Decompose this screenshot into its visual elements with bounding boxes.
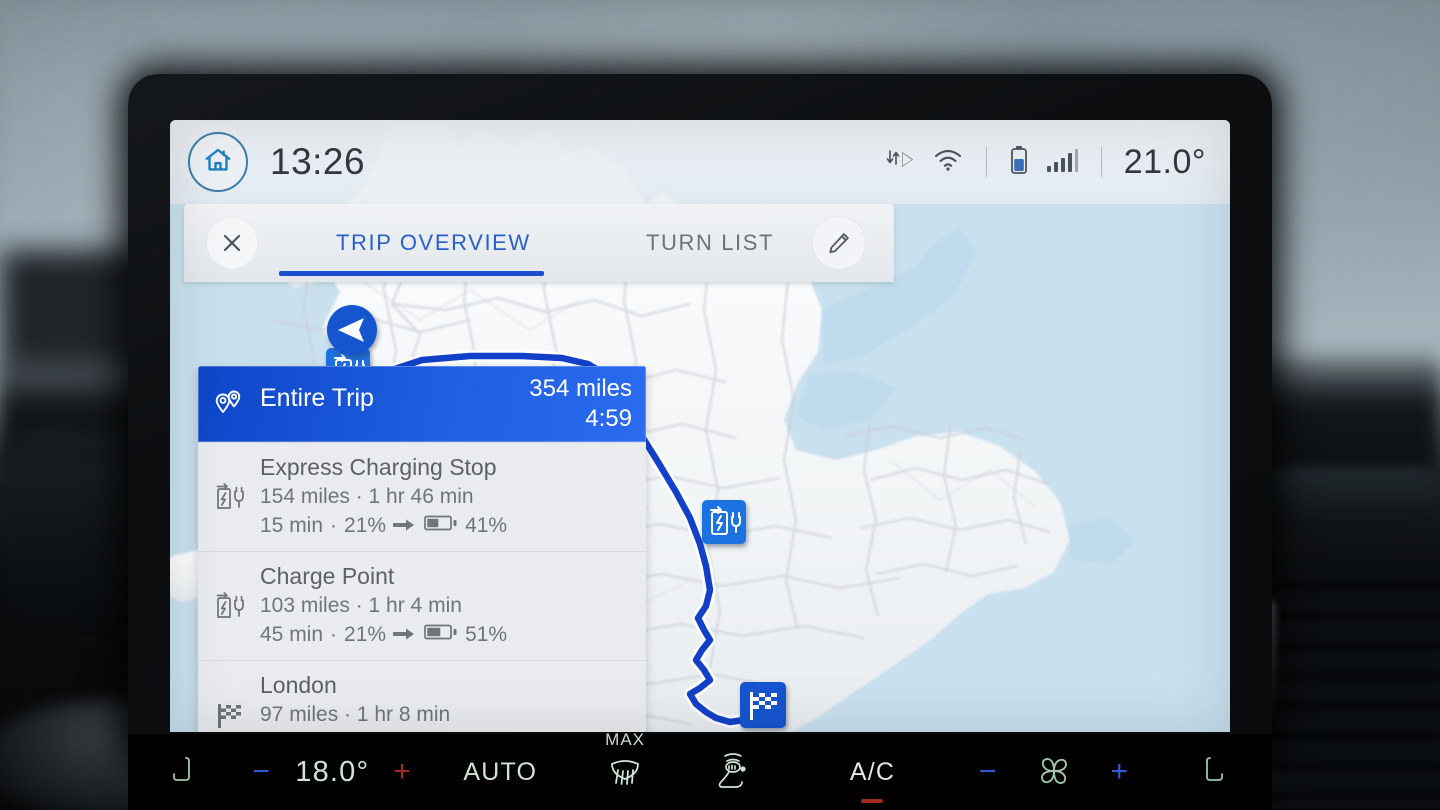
list-item-charge-summary: 45 min · 21% 51% [260, 620, 636, 649]
fan-icon [1041, 758, 1068, 784]
checkered-flag-icon [198, 661, 260, 732]
minus-icon: − [978, 755, 998, 788]
nav-data-transfer-icon [886, 147, 916, 178]
list-item-express-charging-stop[interactable]: Express Charging Stop 154 miles · 1 hr 4… [198, 442, 646, 551]
entire-trip-body: Entire Trip [260, 366, 529, 442]
fan-speed-button[interactable] [1022, 751, 1086, 793]
trip-pins-icon [198, 366, 260, 442]
trip-overview-panel: TRIP OVERVIEW TURN LIST Entire Trip 354 … [184, 204, 894, 732]
london-body: London 97 miles · 1 hr 8 min [260, 661, 646, 732]
ac-button[interactable]: A/C [791, 758, 954, 803]
trip-stop-list: Entire Trip 354 miles 4:59 Express Charg… [198, 366, 646, 732]
wifi-icon [932, 147, 964, 178]
status-bar: 13:26 21.0° [170, 120, 1230, 204]
list-item-charge-summary: 15 min · 21% 41% [260, 511, 636, 540]
map-marker-destination [740, 682, 786, 728]
charge-separator: · [330, 623, 338, 646]
status-icons: 21.0° [886, 143, 1230, 182]
driver-temperature-readout: 18.0° [295, 755, 370, 788]
soc-arrow-icon [393, 511, 417, 540]
tab-turn-list[interactable]: TURN LIST [646, 230, 774, 256]
auto-climate-button[interactable]: AUTO [423, 758, 577, 787]
list-item-london[interactable]: London 97 miles · 1 hr 8 min [198, 660, 646, 732]
driver-temp-up-button[interactable]: + [382, 755, 423, 789]
soc-start: 21% [344, 514, 387, 537]
soc-battery-icon [424, 620, 458, 649]
entire-trip-metrics: 354 miles 4:59 [529, 366, 646, 442]
express-charging-body: Express Charging Stop 154 miles · 1 hr 4… [260, 443, 646, 551]
battery-icon [1009, 144, 1029, 181]
plus-icon: + [393, 755, 413, 788]
max-label: MAX [605, 730, 645, 749]
list-item-leg: 154 miles · 1 hr 46 min [260, 485, 474, 508]
infotainment-screen: 13:26 21.0° TRIP OVERVIEW TURN LIST Enti… [170, 120, 1230, 732]
fan-down-button[interactable]: − [954, 755, 1022, 789]
rear-climate-button[interactable] [673, 750, 791, 794]
ev-charge-station-icon [198, 443, 260, 551]
panel-tab-bar: TRIP OVERVIEW TURN LIST [184, 204, 894, 282]
soc-end: 41% [465, 514, 508, 537]
driver-temp-down-button[interactable]: − [241, 755, 282, 789]
home-button[interactable] [188, 132, 248, 192]
soc-arrow-icon [393, 620, 417, 649]
trip-distance: 354 miles [529, 375, 632, 402]
charge-point-body: Charge Point 103 miles · 1 hr 4 min 45 m… [260, 552, 646, 660]
edit-route-button[interactable] [812, 216, 866, 270]
soc-start: 21% [344, 623, 387, 646]
home-icon [203, 145, 233, 180]
list-item-leg: 103 miles · 1 hr 4 min [260, 594, 462, 617]
front-defrost-icon [611, 760, 639, 785]
arrival-battery-icon [260, 729, 294, 732]
status-divider-1 [985, 147, 987, 177]
charge-time: 15 min [260, 514, 324, 537]
charge-separator: · [330, 514, 338, 537]
list-item-title: London [260, 672, 337, 698]
photo-of-infotainment-screen: 13:26 21.0° TRIP OVERVIEW TURN LIST Enti… [0, 0, 1440, 810]
charge-time: 45 min [260, 623, 324, 646]
cellular-signal-icon [1045, 146, 1079, 179]
list-item-entire-trip[interactable]: Entire Trip 354 miles 4:59 [198, 366, 646, 442]
list-item-leg: 97 miles · 1 hr 8 min [260, 703, 451, 726]
arrival-battery [260, 729, 636, 732]
plus-icon: + [1110, 755, 1130, 788]
climate-control-bar: − 18.0° + AUTO MAX A/C − + [128, 730, 1272, 810]
trip-duration: 4:59 [585, 405, 632, 432]
list-item-charge-point[interactable]: Charge Point 103 miles · 1 hr 4 min 45 m… [198, 551, 646, 660]
soc-battery-icon [424, 511, 458, 540]
driver-seat-button[interactable] [128, 752, 241, 792]
right-dashboard-trim [1258, 470, 1440, 530]
fan-up-button[interactable]: + [1086, 755, 1154, 789]
exterior-temperature: 21.0° [1123, 142, 1206, 181]
clock: 13:26 [270, 141, 366, 182]
map-marker-charge-2 [702, 500, 746, 544]
active-tab-indicator [279, 271, 544, 276]
driver-seat-icon [172, 757, 190, 781]
passenger-seat-button[interactable] [1154, 752, 1272, 792]
minus-icon: − [252, 755, 272, 788]
list-item-title: Express Charging Stop [260, 454, 497, 480]
ev-charge-station-icon [198, 552, 260, 660]
edit-pencil-icon [829, 233, 849, 254]
rear-climate-icon [718, 753, 746, 788]
close-button[interactable] [206, 217, 258, 269]
list-item-title: Entire Trip [260, 384, 374, 412]
status-divider-2 [1100, 147, 1102, 177]
soc-end: 51% [465, 623, 508, 646]
map-marker-vehicle [327, 305, 377, 355]
list-item-title: Charge Point [260, 563, 395, 589]
tab-trip-overview[interactable]: TRIP OVERVIEW [336, 230, 531, 256]
ac-active-indicator [861, 798, 884, 803]
passenger-seat-icon [1206, 757, 1223, 781]
close-icon [223, 234, 241, 252]
max-defrost-button[interactable]: MAX [577, 730, 672, 792]
